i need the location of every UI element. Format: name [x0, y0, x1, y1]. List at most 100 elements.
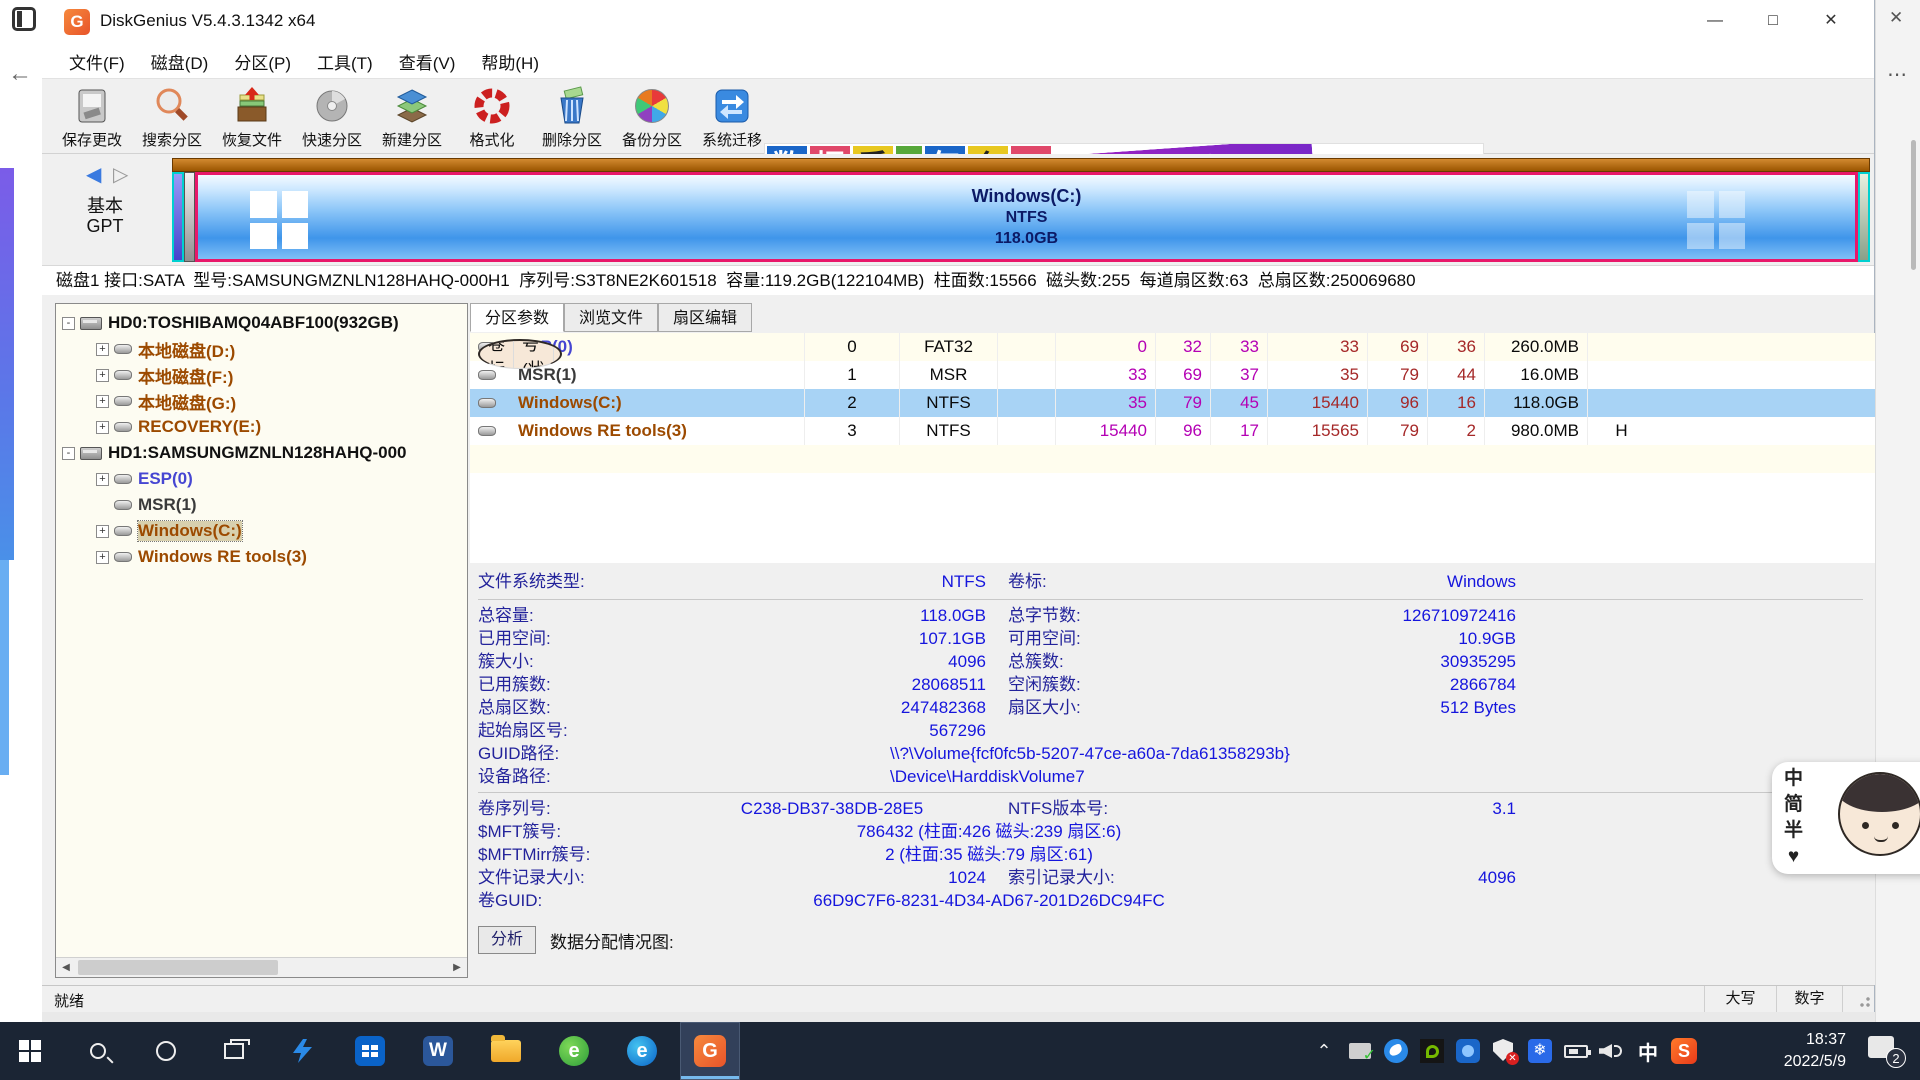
tree-item-esp[interactable]: + ESP(0) [56, 466, 467, 492]
viewer-close-icon[interactable]: ✕ [1889, 8, 1903, 28]
recover-files-button[interactable]: 恢复文件 [212, 81, 292, 153]
tree-item-local-f[interactable]: + 本地磁盘(F:) [56, 362, 467, 388]
quick-partition-button[interactable]: 快速分区 [292, 81, 372, 153]
bird-app-tray-icon[interactable] [1378, 1031, 1414, 1071]
word-button[interactable]: W [408, 1022, 468, 1080]
edge-button[interactable]: e [612, 1022, 672, 1080]
expand-icon[interactable]: + [96, 395, 109, 408]
new-partition-button[interactable]: 新建分区 [372, 81, 452, 153]
volume-tray-icon[interactable] [1594, 1031, 1630, 1071]
backup-partition-button[interactable]: 备份分区 [612, 81, 692, 153]
tree-item-windows-re[interactable]: + Windows RE tools(3) [56, 544, 467, 570]
collapse-icon[interactable]: - [62, 447, 75, 460]
detail-row: 文件系统类型:NTFS 卷标:Windows [478, 569, 1875, 595]
tree-item-windows-c[interactable]: + Windows(C:) [56, 518, 467, 544]
system-migration-button[interactable]: 系统迁移 [692, 81, 772, 153]
security-shield-tray-icon[interactable]: ✕ [1486, 1031, 1522, 1071]
disk-info-line: 磁盘1 接口:SATA 型号:SAMSUNGMZNLN128HAHQ-000H1… [42, 265, 1874, 295]
microsoft-store-button[interactable] [340, 1022, 400, 1080]
format-button[interactable]: 格式化 [452, 81, 532, 153]
expand-icon[interactable]: + [96, 525, 109, 538]
app-lightning-button[interactable] [272, 1022, 332, 1080]
delete-partition-button[interactable]: 删除分区 [532, 81, 612, 153]
scrollbar-thumb[interactable] [1911, 140, 1916, 270]
disk-header-bar[interactable] [172, 158, 1870, 172]
menu-item-partition[interactable]: 分区(P) [221, 45, 304, 78]
ime-floating-widget[interactable]: 中 简 半 ♥ [1772, 762, 1920, 874]
tree-item-msr[interactable]: MSR(1) [56, 492, 467, 518]
snowflake-tray-icon[interactable]: ❄ [1522, 1031, 1558, 1071]
expand-icon[interactable]: + [96, 473, 109, 486]
partition-block-windows-c[interactable]: Windows(C:) NTFS 118.0GB [195, 172, 1858, 262]
viewer-left-rail: ← [0, 0, 42, 1022]
clock-date: 2022/5/9 [1736, 1051, 1846, 1073]
scrollbar-thumb[interactable] [78, 960, 278, 975]
printer-tray-icon[interactable]: ✓ [1342, 1031, 1378, 1071]
table-row-msr[interactable]: MSR(1) 1 MSR 33 69 37 35 79 44 16.0MB [470, 361, 1875, 389]
diskgenius-logo-icon: G [64, 9, 90, 35]
file-explorer-button[interactable] [476, 1022, 536, 1080]
close-button[interactable]: ✕ [1802, 4, 1860, 38]
minimize-button[interactable]: — [1686, 4, 1744, 38]
start-button[interactable] [0, 1022, 60, 1080]
expand-icon[interactable]: + [96, 369, 109, 382]
screen: ← G DiskGenius V5.4.3.1342 x64 — □ ✕ 文件(… [0, 0, 1920, 1080]
expand-icon[interactable]: + [96, 551, 109, 564]
battery-tray-icon[interactable] [1558, 1031, 1594, 1071]
ime-simplified[interactable]: 简 [1784, 792, 1803, 818]
scroll-left-icon[interactable]: ◀ [56, 958, 76, 977]
menu-item-tools[interactable]: 工具(T) [304, 45, 386, 78]
resize-grip[interactable] [1842, 986, 1875, 1012]
search-partition-button[interactable]: 搜索分区 [132, 81, 212, 153]
partition-block-msr[interactable] [184, 172, 195, 262]
intel-graphics-tray-icon[interactable] [1450, 1031, 1486, 1071]
ime-halfwidth[interactable]: 半 [1784, 818, 1803, 844]
scroll-right-icon[interactable]: ▶ [447, 958, 467, 977]
back-arrow-icon[interactable]: ← [8, 60, 32, 88]
tree-horizontal-scrollbar[interactable]: ◀ ▶ [56, 957, 467, 977]
more-options-icon[interactable]: ⋯ [1887, 62, 1907, 87]
nvidia-tray-icon[interactable] [1414, 1031, 1450, 1071]
col-seq-status[interactable]: 序号(状态) [514, 341, 554, 368]
collapse-icon[interactable]: - [62, 317, 75, 330]
taskbar-clock[interactable]: 18:37 2022/5/9 [1736, 1029, 1846, 1073]
partition-block-esp[interactable] [172, 172, 184, 262]
tab-partition-params[interactable]: 分区参数 [470, 303, 564, 332]
sogou-tray-icon[interactable]: S [1666, 1031, 1702, 1071]
ime-language-indicator[interactable]: 中 [1630, 1031, 1666, 1071]
task-view-button[interactable] [204, 1022, 264, 1080]
menu-item-view[interactable]: 查看(V) [386, 45, 469, 78]
tab-browse-files[interactable]: 浏览文件 [564, 303, 658, 332]
analyze-button[interactable]: 分析 [478, 926, 536, 954]
tree-item-local-g[interactable]: + 本地磁盘(G:) [56, 388, 467, 414]
partition-block-re-tools[interactable] [1858, 172, 1870, 262]
expand-icon[interactable]: + [96, 343, 109, 356]
tree-item-hd1[interactable]: - HD1:SAMSUNGMZNLN128HAHQ-000 [56, 440, 467, 466]
menu-item-help[interactable]: 帮助(H) [468, 45, 552, 78]
tree-item-local-d[interactable]: + 本地磁盘(D:) [56, 336, 467, 362]
maximize-button[interactable]: □ [1744, 4, 1802, 38]
partition-panel: 分区参数 浏览文件 扇区编辑 卷标 序号(状态) 文件系统 标识 起始柱面 磁头… [470, 303, 1875, 985]
save-changes-button[interactable]: 保存更改 [52, 81, 132, 153]
tray-expand-icon[interactable]: ⌃ [1306, 1031, 1342, 1071]
browser-green-button[interactable]: e [544, 1022, 604, 1080]
tab-sector-edit[interactable]: 扇区编辑 [658, 303, 752, 332]
next-disk-arrow-icon[interactable]: ▷ [113, 164, 128, 186]
table-row-esp[interactable]: ESP(0) 0 FAT32 0 32 33 33 69 36 260.0MB [470, 333, 1875, 361]
tree-item-recovery-e[interactable]: + RECOVERY(E:) [56, 414, 467, 440]
cortana-button[interactable] [136, 1022, 196, 1080]
toolbar-label: 保存更改 [62, 129, 122, 150]
task-view-icon [224, 1043, 244, 1059]
taskbar-search-button[interactable] [68, 1022, 128, 1080]
menu-item-disk[interactable]: 磁盘(D) [138, 45, 222, 78]
action-center-button[interactable]: 2 [1868, 1036, 1898, 1062]
tree-item-label: RECOVERY(E:) [138, 417, 261, 437]
menu-item-file[interactable]: 文件(F) [56, 45, 138, 78]
expand-icon[interactable]: + [96, 421, 109, 434]
ime-mode-cn[interactable]: 中 [1784, 766, 1803, 792]
table-row-windows-c-selected[interactable]: Windows(C:) 2 NTFS 35 79 45 15440 96 16 … [470, 389, 1875, 417]
prev-disk-arrow-icon[interactable]: ◀ [86, 164, 101, 186]
diskgenius-taskbar-button[interactable]: G [680, 1022, 740, 1080]
table-row-windows-re[interactable]: Windows RE tools(3) 3 NTFS 15440 96 17 1… [470, 417, 1875, 445]
tree-item-hd0[interactable]: - HD0:TOSHIBAMQ04ABF100(932GB) [56, 310, 467, 336]
